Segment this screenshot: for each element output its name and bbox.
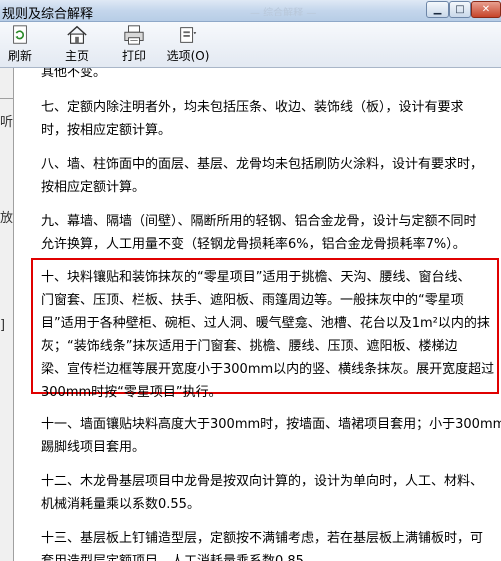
paragraph-8: 八、墙、柱饰面中的面层、基层、龙骨均未包括刷防火涂料，设计有要求时， 按相应定额… (41, 157, 484, 195)
home-icon (67, 25, 87, 44)
print-button[interactable]: 打印 (112, 24, 156, 64)
print-label: 打印 (121, 49, 146, 63)
window-title: 规则及综合解释 (2, 7, 94, 22)
close-button[interactable]: ✕ (471, 1, 501, 18)
refresh-button[interactable]: 刷新 (0, 24, 40, 64)
close-icon: ✕ (481, 4, 491, 15)
options-icon (180, 27, 197, 43)
maximize-icon: □ (455, 4, 465, 15)
home-button[interactable]: 主页 (55, 24, 99, 64)
options-button[interactable]: 选项(O) (163, 24, 213, 64)
toolbar: 刷新 主页 打印 选项(O) (0, 22, 501, 68)
options-label: 选项(O) (166, 49, 210, 63)
paragraph-11: 十一、墙面镶贴块料高度大于300mm时，按墙面、墙裙项目套用；小于300mm按 … (41, 417, 501, 455)
refresh-label: 刷新 (7, 49, 32, 63)
minimize-button[interactable]: ▁ (426, 1, 449, 18)
nav-item-fragment[interactable]: 听 (0, 111, 13, 130)
title-ghost-text: — 综合解释 — (250, 8, 317, 16)
nav-item-fragment[interactable]: 放 (0, 207, 13, 226)
printer-icon (124, 25, 144, 45)
paragraph-10: 十、块料镶贴和装饰抹灰的“零星项目”适用于挑檐、天沟、腰线、窗台线、 门窗套、压… (41, 270, 495, 400)
title-bar[interactable]: 规则及综合解释 — 综合解释 — ▁ □ ✕ (0, 0, 501, 22)
navigation-pane[interactable]: 听 放 ] (0, 68, 14, 561)
partial-text-line: 其他不变。 (41, 68, 107, 80)
paragraph-13: 十三、基层板上钉铺造型层，定额按不满铺考虑，若在基层板上满铺板时，可 套用造型层… (41, 531, 484, 561)
paragraph-12: 十二、木龙骨基层项目中龙骨是按双向计算的，设计为单向时，人工、材料、 机械消耗量… (41, 474, 484, 512)
pane-divider (0, 98, 13, 99)
paragraph-7: 七、定额内除注明者外，均未包括压条、收边、装饰线（板），设计有要求 时，按相应定… (41, 100, 464, 138)
refresh-icon (13, 25, 27, 44)
minimize-icon: ▁ (433, 4, 442, 15)
home-label: 主页 (64, 49, 89, 63)
document-content: 其他不变。 七、定额内除注明者外，均未包括压条、收边、装饰线（板），设计有要求 … (17, 68, 501, 561)
paragraph-9: 九、幕墙、隔墙（间壁）、隔断所用的轻钢、铝合金龙骨，设计与定额不同时 允许换算，… (41, 214, 477, 252)
nav-item-fragment[interactable]: ] (0, 318, 5, 333)
maximize-button[interactable]: □ (449, 1, 471, 18)
